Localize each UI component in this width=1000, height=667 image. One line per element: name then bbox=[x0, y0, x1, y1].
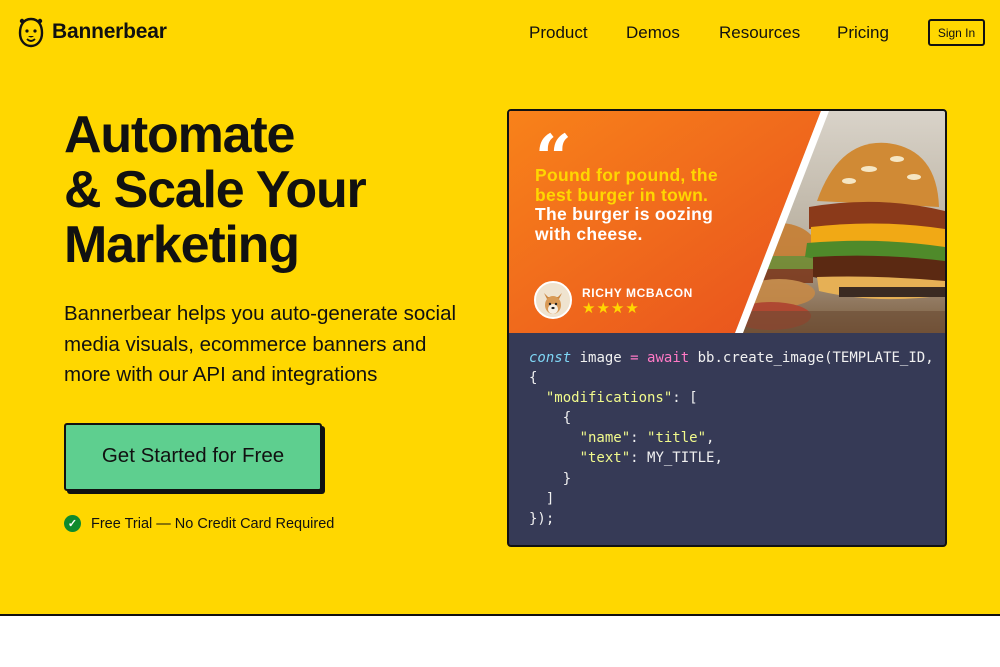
headline-line-1: Automate bbox=[64, 106, 295, 164]
logo-text: Bannerbear bbox=[52, 20, 167, 43]
code-line-1: const image = await bb.create_image(TEMP… bbox=[529, 348, 934, 368]
hero-headline: Automate & Scale Your Marketing bbox=[64, 106, 367, 274]
demo-card: “ Pound for pound, the best burger in to… bbox=[507, 109, 947, 547]
code-string: "name" bbox=[579, 430, 631, 447]
nav-demos[interactable]: Demos bbox=[626, 23, 680, 43]
bear-logo-icon bbox=[18, 17, 44, 48]
free-trial-text: Free Trial — No Credit Card Required bbox=[91, 515, 335, 532]
headline-line-2: & Scale Your bbox=[64, 161, 367, 219]
code-call: bb.create_image(TEMPLATE_ID, bbox=[689, 350, 934, 366]
code-punct: : MY_TITLE, bbox=[630, 450, 723, 467]
nav-product[interactable]: Product bbox=[529, 23, 588, 43]
star-rating: ★★★★ bbox=[582, 300, 640, 317]
sign-in-button[interactable]: Sign In bbox=[928, 19, 985, 46]
code-punct: : bbox=[630, 430, 648, 447]
code-variable: image bbox=[571, 350, 631, 366]
quote-highlight: Pound for pound, the best burger in town… bbox=[535, 165, 718, 205]
get-started-button[interactable]: Get Started for Free bbox=[64, 423, 322, 491]
hero-section: Bannerbear Product Demos Resources Prici… bbox=[0, 0, 1000, 616]
avatar bbox=[534, 281, 572, 319]
checkmark-icon: ✓ bbox=[64, 515, 81, 532]
code-keyword-const: const bbox=[529, 350, 572, 366]
free-trial-note: ✓ Free Trial — No Credit Card Required bbox=[64, 515, 334, 532]
code-keyword-await: await bbox=[647, 350, 690, 366]
banner-quote: Pound for pound, the best burger in town… bbox=[535, 165, 745, 244]
code-line-9: }); bbox=[529, 510, 555, 527]
code-line-2: { bbox=[529, 370, 538, 387]
quote-rest: The burger is oozing with cheese. bbox=[535, 204, 714, 244]
hero-subtext: Bannerbear helps you auto-generate socia… bbox=[64, 302, 457, 386]
code-punct: , bbox=[706, 430, 715, 447]
headline-line-3: Marketing bbox=[64, 216, 300, 274]
nav-pricing[interactable]: Pricing bbox=[837, 23, 889, 43]
generated-banner-preview: “ Pound for pound, the best burger in to… bbox=[509, 111, 945, 333]
code-string: "title" bbox=[647, 430, 707, 447]
code-line-7: } bbox=[529, 470, 572, 487]
code-string: "modifications" bbox=[545, 390, 673, 407]
code-line-5: "name": "title", bbox=[529, 428, 934, 448]
nav-resources[interactable]: Resources bbox=[719, 23, 800, 43]
api-code-sample: const image = await bb.create_image(TEMP… bbox=[529, 348, 934, 529]
code-punct: : [ bbox=[672, 390, 698, 407]
code-line-3: "modifications": [ bbox=[529, 388, 934, 408]
dog-avatar-icon bbox=[536, 283, 570, 317]
code-operator: = bbox=[630, 350, 639, 366]
code-line-6: "text": MY_TITLE, bbox=[529, 448, 934, 468]
code-line-8: ] bbox=[529, 490, 555, 507]
author-name: RICHY MCBACON bbox=[582, 286, 693, 300]
logo[interactable]: Bannerbear bbox=[18, 16, 167, 48]
code-string: "text" bbox=[579, 450, 631, 467]
code-line-4: { bbox=[529, 410, 572, 427]
